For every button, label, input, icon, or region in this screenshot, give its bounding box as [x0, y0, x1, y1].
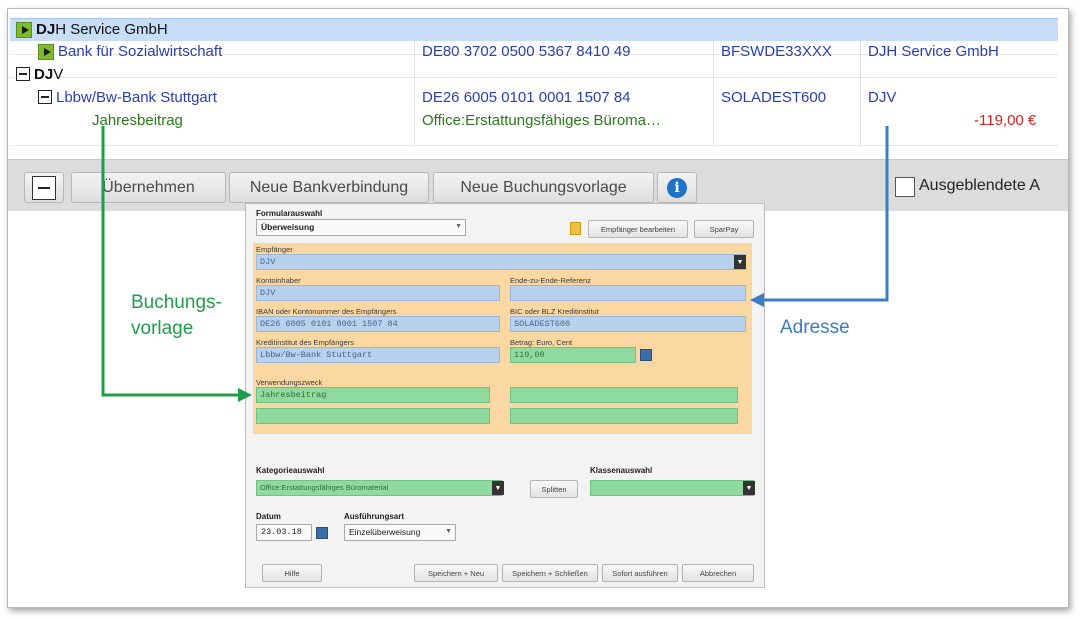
recipient-field[interactable]: DJV	[256, 254, 746, 270]
tree-row-bank-sozialwirtschaft[interactable]: Bank für Sozialwirtschaft DE80 3702 0500…	[10, 41, 1058, 64]
tree-row-template-jahresbeitrag[interactable]: Jahresbeitrag Office:Erstattungsfähiges …	[10, 110, 1058, 133]
show-hidden-checkbox[interactable]	[895, 177, 915, 197]
iban-field[interactable]: DE26 6005 0101 0001 1507 84	[256, 316, 500, 332]
info-icon: i	[667, 177, 687, 198]
collapse-minus-icon	[32, 175, 56, 200]
bic: SOLADEST600	[721, 89, 827, 106]
bank-name: Bank für Sozialwirtschaft	[58, 43, 223, 60]
form-select-dropdown[interactable]: Überweisung ▼	[256, 219, 466, 236]
exec-type-dropdown[interactable]: Einzelüberweisung ▼	[344, 524, 456, 541]
amount-field[interactable]: 119,00	[510, 347, 636, 363]
class-label: Klassenauswahl	[590, 466, 653, 475]
account-holder-label: Kontoinhaber	[256, 276, 301, 285]
new-template-button[interactable]: Neue Buchungsvorlage	[433, 172, 654, 203]
split-button[interactable]: Splitten	[530, 480, 578, 498]
e2e-reference-label: Ende-zu-Ende-Referenz	[510, 276, 591, 285]
recipient-name: DJH Service GmbH	[36, 21, 168, 38]
date-label: Datum	[256, 512, 281, 521]
save-new-button[interactable]: Speichern + Neu	[414, 564, 498, 582]
exec-type-label: Ausführungsart	[344, 512, 404, 521]
collapse-minus-icon[interactable]	[38, 90, 52, 104]
bic-label: BIC oder BLZ Kreditinstitut	[510, 307, 599, 316]
tree-row-lbbw[interactable]: Lbbw/Bw-Bank Stuttgart DE26 6005 0101 00…	[10, 87, 1058, 110]
purpose-line-1[interactable]: Jahresbeitrag	[256, 387, 490, 403]
save-close-button[interactable]: Speichern + Schließen	[502, 564, 598, 582]
calendar-icon[interactable]	[316, 527, 328, 539]
recipient-label: Empfänger	[256, 245, 293, 254]
date-field[interactable]: 23.03.18	[256, 524, 312, 541]
bic-field[interactable]: SOLADEST600	[510, 316, 746, 332]
purpose-line-2[interactable]	[510, 387, 738, 403]
dropdown-arrow-icon[interactable]: ▼	[743, 481, 755, 495]
class-field[interactable]	[590, 480, 754, 496]
bank-field[interactable]: Lbbw/Bw-Bank Stuttgart	[256, 347, 500, 363]
iban-label: IBAN oder Kontonummer des Empfängers	[256, 307, 397, 316]
cancel-button[interactable]: Abbrechen	[682, 564, 754, 582]
tree-row-djv[interactable]: DJV	[10, 64, 1058, 87]
owner: DJH Service GmbH	[868, 43, 999, 60]
iban: DE80 3702 0500 5367 8410 49	[422, 43, 631, 60]
sparpay-button[interactable]: SparPay	[694, 220, 754, 238]
show-hidden-label: Ausgeblendete A	[919, 177, 1040, 194]
chevron-down-icon: ▼	[445, 528, 452, 535]
collapse-minus-icon[interactable]	[16, 67, 30, 81]
account-holder-field[interactable]: DJV	[256, 285, 500, 301]
execute-now-button[interactable]: Sofort ausführen	[602, 564, 678, 582]
template-category: Office:Erstattungsfähiges Büroma…	[422, 112, 662, 129]
new-bank-button[interactable]: Neue Bankverbindung	[229, 172, 429, 203]
iban: DE26 6005 0101 0001 1507 84	[422, 89, 631, 106]
purpose-line-4[interactable]	[510, 408, 738, 424]
form-select-label: Formularauswahl	[256, 209, 323, 218]
category-field[interactable]: Office:Erstattungsfähiges Büromaterial	[256, 480, 502, 496]
calculator-icon[interactable]	[640, 349, 652, 361]
row-divider	[10, 145, 1058, 146]
amount-label: Betrag: Euro, Cent	[510, 338, 573, 347]
form-select-value: Überweisung	[261, 222, 315, 232]
template-annotation-label: Buchungs- vorlage	[131, 292, 222, 339]
dropdown-arrow-icon[interactable]: ▼	[734, 255, 746, 269]
collapse-all-button[interactable]	[24, 172, 64, 203]
edit-recipient-button[interactable]: Empfänger bearbeiten	[588, 220, 688, 238]
expand-play-icon[interactable]	[16, 22, 32, 38]
bic: BFSWDE33XXX	[721, 43, 832, 60]
exec-type-value: Einzelüberweisung	[349, 527, 421, 537]
transfer-form-dialog: Formularauswahl Überweisung ▼ Empfänger …	[245, 203, 765, 588]
address-annotation-label: Adresse	[780, 317, 850, 338]
info-button[interactable]: i	[657, 172, 697, 203]
bank-name: Lbbw/Bw-Bank Stuttgart	[56, 89, 217, 106]
tree-row-djh[interactable]: DJH Service GmbH	[10, 18, 1058, 41]
template-purpose: Jahresbeitrag	[92, 112, 183, 129]
help-button[interactable]: Hilfe	[262, 564, 322, 582]
purpose-line-3[interactable]	[256, 408, 490, 424]
recipient-name: DJV	[34, 66, 64, 83]
notification-icon	[570, 222, 581, 235]
bank-label: Kreditinstitut des Empfängers	[256, 338, 354, 347]
owner: DJV	[868, 89, 897, 106]
apply-button[interactable]: Übernehmen	[71, 172, 226, 203]
purpose-label: Verwendungszweck	[256, 378, 323, 387]
recipient-tree: DJH Service GmbH Bank für Sozialwirtscha…	[10, 18, 1058, 158]
expand-play-icon[interactable]	[38, 44, 54, 60]
chevron-down-icon: ▼	[455, 223, 462, 230]
template-amount: -119,00 €	[974, 112, 1037, 129]
e2e-reference-field[interactable]	[510, 285, 746, 301]
category-label: Kategorieauswahl	[256, 466, 325, 475]
dropdown-arrow-icon[interactable]: ▼	[492, 481, 504, 495]
